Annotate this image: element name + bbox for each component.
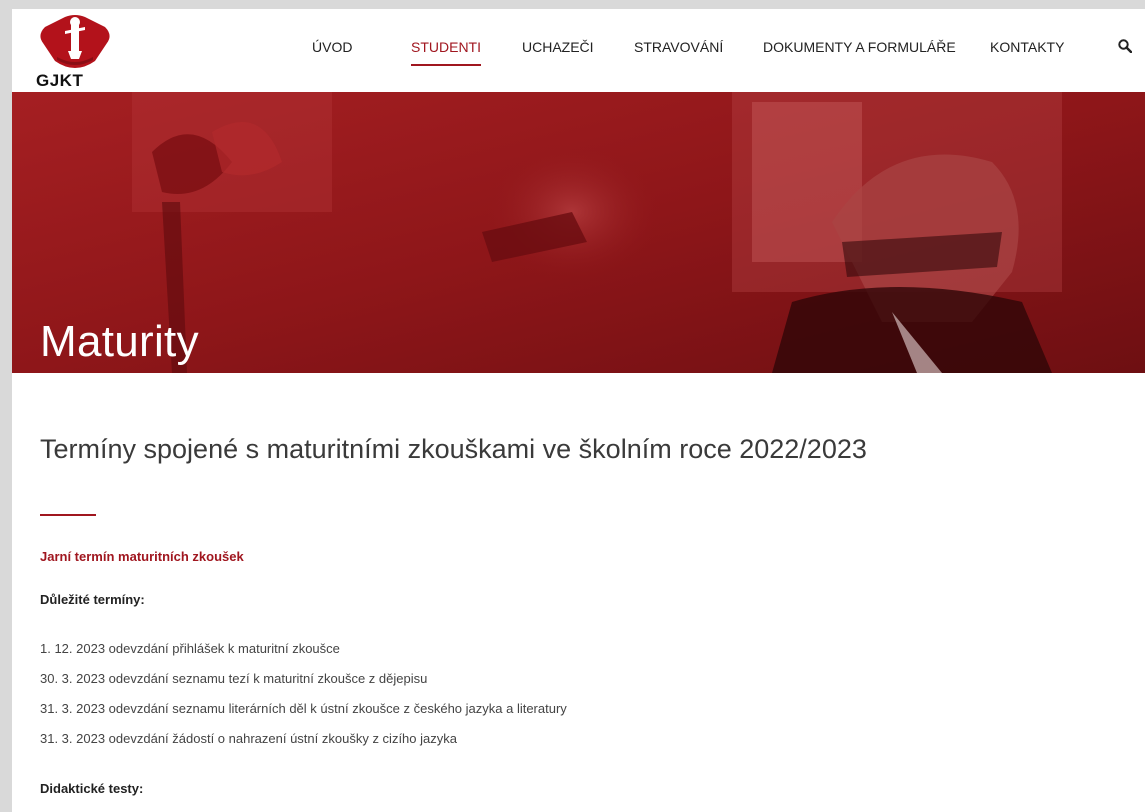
term-heading: Jarní termín maturitních zkoušek	[40, 549, 244, 564]
nav-item-dokumenty[interactable]: DOKUMENTY A FORMULÁŘE	[763, 39, 956, 55]
logo-text: GJKT	[36, 71, 84, 90]
accent-divider	[40, 514, 96, 516]
section-title: Termíny spojené s maturitními zkouškami …	[40, 434, 867, 464]
list-item: 31. 3. 2023 odevzdání seznamu literárníc…	[40, 701, 567, 716]
search-icon[interactable]	[1118, 39, 1136, 57]
didactic-heading: Didaktické testy:	[40, 781, 144, 796]
important-heading: Důležité termíny:	[40, 592, 145, 607]
site-header: GJKT ÚVOD STUDENTI UCHAZEČI STRAVOVÁNÍ D…	[12, 9, 1145, 92]
page-frame: GJKT ÚVOD STUDENTI UCHAZEČI STRAVOVÁNÍ D…	[12, 9, 1145, 812]
nav-item-uvod[interactable]: ÚVOD	[312, 39, 352, 55]
nav-item-stravovani[interactable]: STRAVOVÁNÍ	[634, 39, 723, 55]
page-title: Maturity	[40, 317, 199, 367]
list-item: 31. 3. 2023 odevzdání žádostí o nahrazen…	[40, 731, 457, 746]
nav-item-studenti[interactable]: STUDENTI	[411, 39, 481, 66]
list-item: 1. 12. 2023 odevzdání přihlášek k maturi…	[40, 641, 340, 656]
nav-item-kontakty[interactable]: KONTAKTY	[990, 39, 1064, 55]
nav-item-uchazeci[interactable]: UCHAZEČI	[522, 39, 594, 55]
logo-emblem-icon	[40, 15, 110, 68]
list-item: 30. 3. 2023 odevzdání seznamu tezí k mat…	[40, 671, 428, 686]
hero-banner: Maturity	[12, 92, 1145, 373]
school-logo[interactable]: GJKT	[35, 13, 115, 91]
